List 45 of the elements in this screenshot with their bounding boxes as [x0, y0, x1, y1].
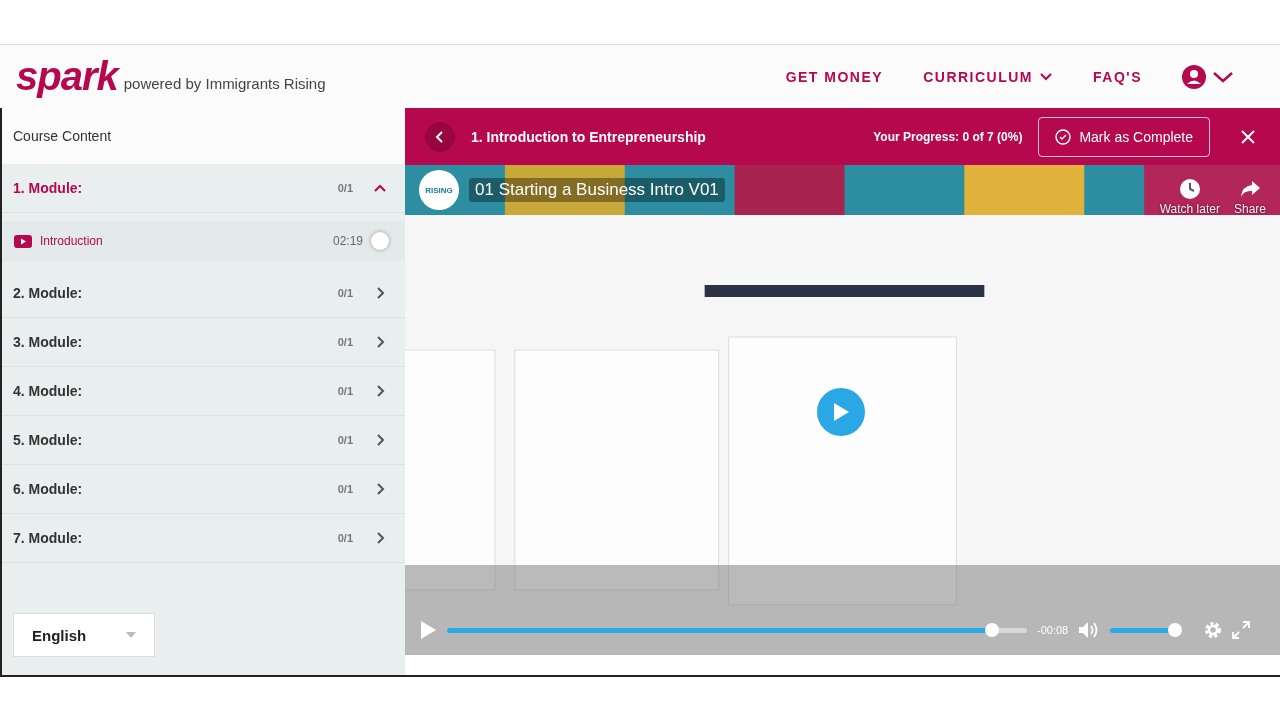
module-label: 3. Module:: [13, 334, 83, 350]
caret-icon: [126, 632, 136, 638]
tagline: powered by Immigrants Rising: [123, 75, 326, 92]
module-count: 0/1: [337, 483, 353, 495]
chevron-down-icon: [1212, 69, 1234, 84]
close-icon: [1240, 128, 1256, 145]
module-count: 0/1: [337, 287, 353, 299]
nav-link[interactable]: CURRICULUM: [923, 68, 1054, 85]
video-title[interactable]: 01 Starting a Business Intro V01: [469, 178, 725, 202]
module-label: 5. Module:: [13, 432, 83, 448]
video-action[interactable]: Share: [1233, 178, 1266, 216]
video-action[interactable]: Watch later: [1159, 178, 1220, 216]
back-button[interactable]: [425, 121, 455, 152]
video-icon: [14, 234, 32, 248]
clock-icon: [1178, 178, 1201, 200]
lesson-row[interactable]: Introduction 02:19: [2, 221, 405, 261]
lesson-duration: 02:19: [332, 234, 363, 248]
module-label: 2. Module:: [13, 285, 83, 301]
module-count: 0/1: [337, 385, 353, 397]
completion-checkbox[interactable]: [371, 232, 389, 250]
language-select[interactable]: English: [13, 613, 155, 657]
nav-link[interactable]: FAQ'S: [1093, 68, 1142, 85]
nav-link[interactable]: GET MONEY: [785, 68, 884, 85]
play-icon[interactable]: [419, 620, 437, 640]
module-count: 0/1: [337, 434, 353, 446]
module-count: 0/1: [337, 336, 353, 348]
module-count: 0/1: [337, 182, 353, 194]
module-label: 1. Module:: [13, 180, 83, 196]
lesson-title: 1. Introduction to Entrepreneurship: [471, 128, 706, 145]
play-icon: [832, 402, 850, 422]
fullscreen-icon[interactable]: [1232, 621, 1251, 639]
module-count: 0/1: [337, 532, 353, 544]
progress-text: Your Progress: 0 of 7 (0%): [873, 129, 1023, 144]
module-label: 6. Module:: [13, 481, 83, 497]
lesson-label: Introduction: [40, 234, 103, 248]
mark-complete-button[interactable]: Mark as Complete: [1038, 116, 1210, 157]
chevron-left-icon: [434, 129, 446, 144]
account-menu[interactable]: [1182, 64, 1234, 89]
sidebar-title: Course Content: [2, 108, 405, 164]
settings-icon[interactable]: [1204, 621, 1223, 639]
module-label: 7. Module:: [13, 530, 83, 546]
time-remaining: -00:08: [1037, 624, 1069, 636]
logo[interactable]: spark: [16, 54, 118, 99]
check-circle-icon: [1055, 128, 1072, 145]
module-label: 4. Module:: [13, 383, 83, 399]
